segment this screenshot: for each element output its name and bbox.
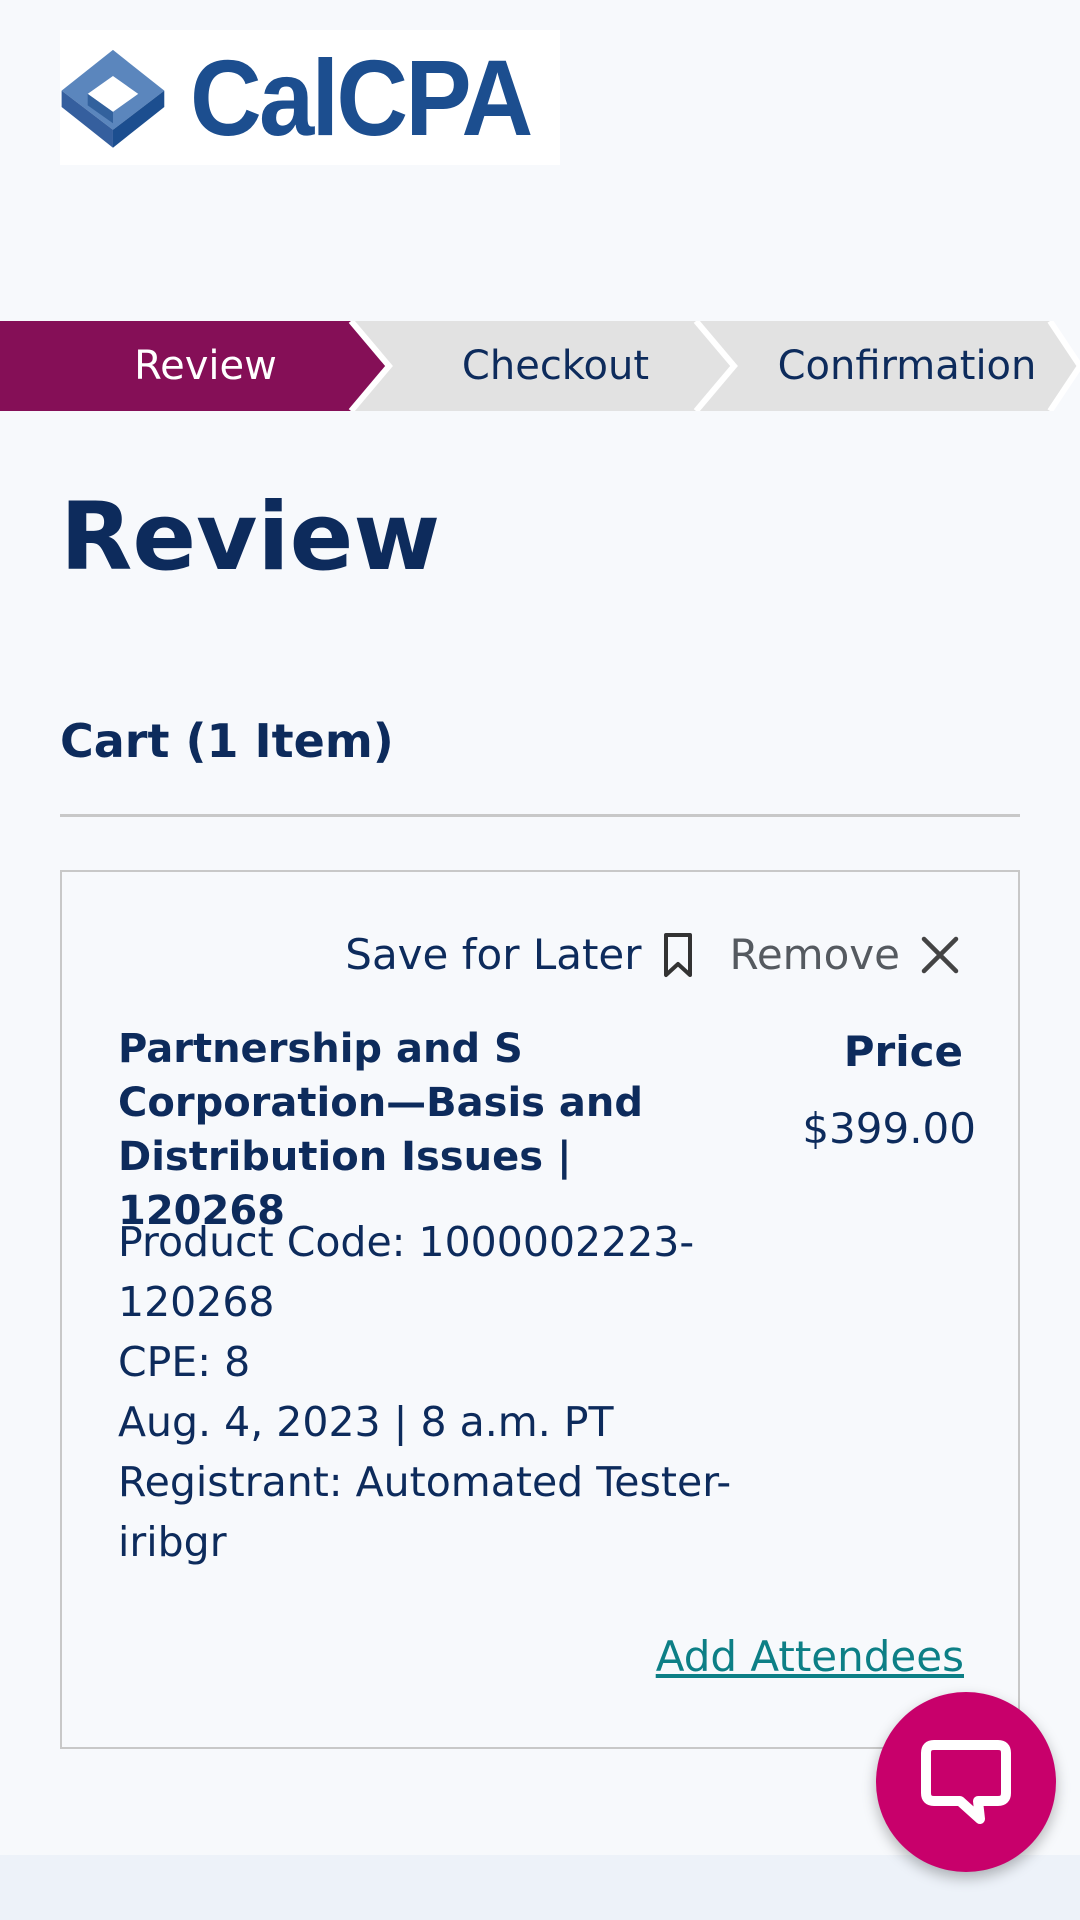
divider <box>60 814 1020 817</box>
cpe-credits: CPE: 8 <box>118 1338 251 1386</box>
product-details: Product Code: 1000002223-120268 CPE: 8 A… <box>118 1212 738 1572</box>
product-code: Product Code: 1000002223-120268 <box>118 1218 695 1326</box>
logo-cube-icon <box>61 49 165 148</box>
step-checkout[interactable]: Checkout <box>383 321 728 411</box>
add-attendees-link[interactable]: Add Attendees <box>656 1632 964 1681</box>
registrant: Registrant: Automated Tester-iribgr <box>118 1458 732 1566</box>
chat-bubble-icon <box>921 1740 1011 1824</box>
remove-label: Remove <box>729 930 900 979</box>
close-icon <box>920 935 960 975</box>
save-for-later-label: Save for Later <box>345 930 642 979</box>
cart-item-actions: Save for Later Remove <box>345 930 960 979</box>
calcpa-logo[interactable]: CalCPA <box>60 30 560 165</box>
bookmark-icon <box>662 932 694 978</box>
logo-wordmark: CalCPA <box>189 36 533 158</box>
product-title[interactable]: Partnership and S Corporation—Basis and … <box>118 1022 738 1238</box>
event-date: Aug. 4, 2023 | 8 a.m. PT <box>118 1398 614 1446</box>
checkout-steps: Review Checkout Confirmation <box>0 321 1080 411</box>
cart-item-card: Save for Later Remove Partnership and S … <box>60 870 1020 1749</box>
page-title: Review <box>60 483 441 592</box>
save-for-later-button[interactable]: Save for Later <box>345 930 693 979</box>
step-review: Review <box>134 343 277 389</box>
remove-button[interactable]: Remove <box>730 930 960 979</box>
price-label: Price <box>843 1027 963 1076</box>
cart-heading: Cart (1 Item) <box>60 714 394 768</box>
footer-band <box>0 1855 1080 1920</box>
price-value: $399.00 <box>802 1104 976 1153</box>
chat-button[interactable] <box>876 1692 1056 1872</box>
step-confirmation[interactable]: Confirmation <box>728 321 1080 411</box>
